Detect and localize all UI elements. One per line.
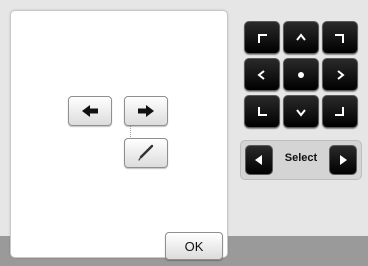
corner-down-left-icon <box>258 106 267 116</box>
select-previous-button[interactable] <box>245 145 273 175</box>
move-up-right-button[interactable] <box>322 21 358 54</box>
move-down-left-button[interactable] <box>244 95 280 128</box>
select-label: Select <box>284 152 318 164</box>
editing-panel <box>10 10 228 258</box>
move-down-right-button[interactable] <box>322 95 358 128</box>
move-left-button[interactable] <box>68 96 112 126</box>
chevron-left-icon <box>257 69 265 80</box>
dot-icon <box>298 71 304 78</box>
move-right-button[interactable] <box>124 96 168 126</box>
edit-button[interactable] <box>124 138 168 168</box>
center-button[interactable] <box>283 58 319 91</box>
ok-button[interactable]: OK <box>165 232 223 260</box>
corner-down-right-icon <box>335 106 344 116</box>
select-next-button[interactable] <box>329 145 357 175</box>
move-up-button[interactable] <box>283 21 319 54</box>
select-control: Select <box>240 140 362 180</box>
arrow-left-icon <box>82 105 98 117</box>
chevron-down-icon <box>296 108 306 117</box>
chevron-right-icon <box>337 69 345 80</box>
move-right-dir-button[interactable] <box>322 58 358 91</box>
triangle-left-icon <box>255 155 262 165</box>
triangle-right-icon <box>340 155 347 165</box>
chevron-up-icon <box>296 32 306 41</box>
direction-pad <box>240 17 362 128</box>
ok-label: OK <box>184 238 204 254</box>
move-down-button[interactable] <box>283 95 319 128</box>
move-left-dir-button[interactable] <box>244 58 280 91</box>
corner-up-right-icon <box>335 33 344 43</box>
arrow-right-icon <box>138 105 154 117</box>
move-up-left-button[interactable] <box>244 21 280 54</box>
pen-icon <box>138 144 154 161</box>
corner-up-left-icon <box>258 33 267 43</box>
